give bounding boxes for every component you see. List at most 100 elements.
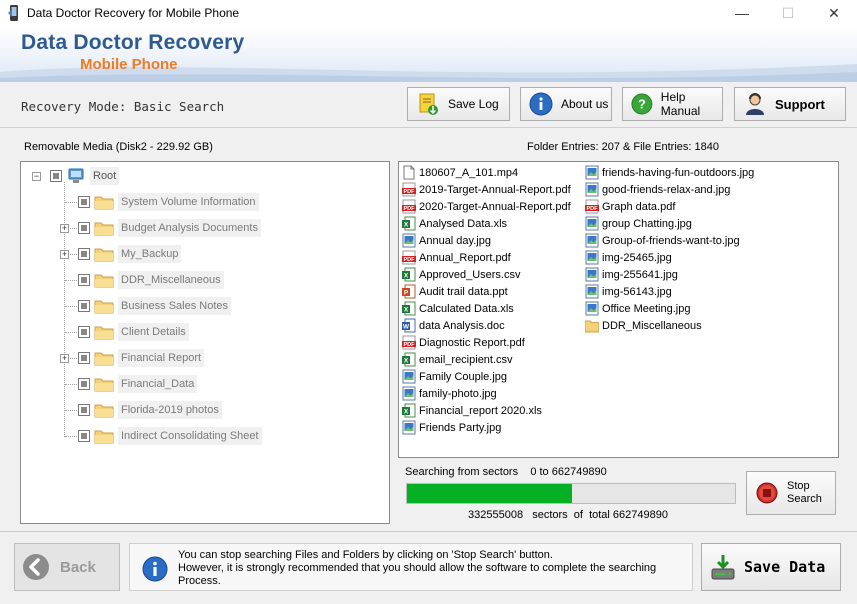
entries-info: Folder Entries: 207 & File Entries: 1840 bbox=[527, 141, 719, 153]
minimize-button[interactable]: — bbox=[719, 0, 765, 26]
root-checkbox[interactable] bbox=[50, 170, 62, 182]
tree-folder-item[interactable]: My_Backup bbox=[78, 243, 182, 265]
file-list-item[interactable]: group Chatting.jpg bbox=[585, 215, 692, 232]
help-manual-button[interactable]: ? Help Manual bbox=[622, 87, 723, 121]
pdf-icon: PDF bbox=[402, 199, 416, 214]
tree-folder-item[interactable]: DDR_Miscellaneous bbox=[78, 269, 224, 291]
file-list-item[interactable]: PDF 2020-Target-Annual-Report.pdf bbox=[402, 198, 571, 215]
svg-text:X: X bbox=[404, 222, 409, 229]
tree-folder-item[interactable]: System Volume Information bbox=[78, 191, 259, 213]
excel-icon: X bbox=[402, 216, 416, 231]
tree-connector bbox=[65, 384, 79, 385]
tree-folder-item[interactable]: Budget Analysis Documents bbox=[78, 217, 261, 239]
svg-text:PDF: PDF bbox=[587, 206, 599, 212]
file-list-item[interactable]: Annual day.jpg bbox=[402, 232, 491, 249]
folder-icon bbox=[94, 378, 114, 392]
file-list-item[interactable]: Group-of-friends-want-to.jpg bbox=[585, 232, 740, 249]
folder-icon bbox=[94, 222, 114, 236]
file-list-item[interactable]: DDR_Miscellaneous bbox=[585, 317, 702, 334]
folder-checkbox[interactable] bbox=[78, 326, 90, 338]
file-list-item[interactable]: friends-having-fun-outdoors.jpg bbox=[585, 164, 754, 181]
maximize-button[interactable]: ☐ bbox=[765, 0, 811, 26]
file-name: data Analysis.doc bbox=[419, 319, 505, 332]
excel-icon: X bbox=[402, 267, 416, 282]
tree-folder-item[interactable]: Business Sales Notes bbox=[78, 295, 231, 317]
save-log-label: Save Log bbox=[448, 97, 499, 111]
excel-icon: X bbox=[402, 352, 416, 367]
back-button[interactable]: Back bbox=[14, 543, 120, 591]
file-list-item[interactable]: X Calculated Data.xls bbox=[402, 300, 514, 317]
brand-subtitle: Mobile Phone bbox=[80, 56, 178, 73]
file-name: Annual day.jpg bbox=[419, 234, 491, 247]
folder-checkbox[interactable] bbox=[78, 196, 90, 208]
expand-node-icon[interactable]: + bbox=[60, 250, 69, 259]
folder-icon bbox=[94, 352, 114, 366]
file-list-item[interactable]: Xemail_recipient.csv bbox=[402, 351, 513, 368]
file-list-item[interactable]: X Analysed Data.xls bbox=[402, 215, 507, 232]
recovery-mode-label: Recovery Mode: Basic Search bbox=[21, 99, 225, 114]
folder-checkbox[interactable] bbox=[78, 404, 90, 416]
folder-checkbox[interactable] bbox=[78, 274, 90, 286]
tree-folder-item[interactable]: Florida-2019 photos bbox=[78, 399, 222, 421]
file-list-item[interactable]: Friends Party.jpg bbox=[402, 419, 501, 436]
file-list-item[interactable]: family-photo.jpg bbox=[402, 385, 497, 402]
about-us-button[interactable]: About us bbox=[520, 87, 612, 121]
stop-search-button[interactable]: Stop Search bbox=[746, 471, 836, 515]
tree-connector bbox=[65, 436, 79, 437]
folder-tree[interactable]: − Root System Volume Information + Budget … bbox=[20, 161, 390, 524]
file-list-item[interactable]: X Approved_Users.csv bbox=[402, 266, 521, 283]
folder-checkbox[interactable] bbox=[78, 222, 90, 234]
file-list-item[interactable]: PDF Graph data.pdf bbox=[585, 198, 675, 215]
back-label: Back bbox=[60, 558, 96, 576]
info-notice: You can stop searching Files and Folders… bbox=[129, 543, 693, 591]
folder-checkbox[interactable] bbox=[78, 430, 90, 442]
file-list-item[interactable]: Wdata Analysis.doc bbox=[402, 317, 505, 334]
tree-connector bbox=[64, 182, 65, 437]
notice-info-icon bbox=[142, 556, 168, 582]
powerpoint-icon: P bbox=[402, 284, 416, 299]
tree-folder-item[interactable]: Indirect Consolidating Sheet bbox=[78, 425, 262, 447]
tree-folder-label: Financial Report bbox=[118, 349, 205, 367]
expand-node-icon[interactable]: + bbox=[60, 224, 69, 233]
file-list-item[interactable]: img-25465.jpg bbox=[585, 249, 672, 266]
close-button[interactable]: ✕ bbox=[811, 0, 857, 26]
help-manual-label: Help Manual bbox=[660, 90, 701, 118]
file-list-item[interactable]: PDF 2019-Target-Annual-Report.pdf bbox=[402, 181, 571, 198]
file-list-item[interactable]: P Audit trail data.ppt bbox=[402, 283, 508, 300]
svg-text:P: P bbox=[404, 290, 409, 297]
expand-node-icon[interactable]: + bbox=[60, 354, 69, 363]
file-list-item[interactable]: good-friends-relax-and.jpg bbox=[585, 181, 730, 198]
tree-folder-item[interactable]: Financial Report bbox=[78, 347, 205, 369]
file-list-item[interactable]: X Financial_report 2020.xls bbox=[402, 402, 542, 419]
folder-checkbox[interactable] bbox=[78, 378, 90, 390]
progress-fill bbox=[407, 484, 572, 503]
file-list-item[interactable]: PDF Annual_Report.pdf bbox=[402, 249, 511, 266]
tree-folder-item[interactable]: Financial_Data bbox=[78, 373, 198, 395]
folder-checkbox[interactable] bbox=[78, 352, 90, 364]
folder-icon bbox=[94, 326, 114, 340]
info-icon bbox=[529, 92, 553, 116]
image-icon bbox=[585, 165, 599, 180]
support-button[interactable]: Support bbox=[734, 87, 846, 121]
file-name: img-25465.jpg bbox=[602, 251, 672, 264]
file-list-item[interactable]: Office Meeting.jpg bbox=[585, 300, 690, 317]
notice-line-1: You can stop searching Files and Folders… bbox=[178, 549, 553, 561]
tree-root-label: Root bbox=[90, 167, 120, 185]
folder-checkbox[interactable] bbox=[78, 300, 90, 312]
file-list-item[interactable]: PDF Diagnostic Report.pdf bbox=[402, 334, 525, 351]
tree-root[interactable]: Root bbox=[50, 165, 120, 187]
file-list-item[interactable]: Family Couple.jpg bbox=[402, 368, 507, 385]
save-data-button[interactable]: Save Data bbox=[701, 543, 841, 591]
file-list-item[interactable]: img-255641.jpg bbox=[585, 266, 678, 283]
collapse-root-icon[interactable]: − bbox=[32, 172, 41, 181]
support-agent-icon bbox=[746, 93, 764, 115]
save-log-button[interactable]: Save Log bbox=[407, 87, 510, 121]
file-name: group Chatting.jpg bbox=[602, 217, 692, 230]
media-info: Removable Media (Disk2 - 229.92 GB) bbox=[24, 141, 213, 153]
notice-line-2: However, it is strongly recommended that… bbox=[178, 562, 657, 574]
file-list-item[interactable]: img-56143.jpg bbox=[585, 283, 672, 300]
file-list-item[interactable]: 180607_A_101.mp4 bbox=[402, 164, 518, 181]
tree-folder-item[interactable]: Client Details bbox=[78, 321, 189, 343]
folder-checkbox[interactable] bbox=[78, 248, 90, 260]
file-list[interactable]: 180607_A_101.mp4 PDF 2019-Target-Annual-Re… bbox=[398, 161, 839, 458]
